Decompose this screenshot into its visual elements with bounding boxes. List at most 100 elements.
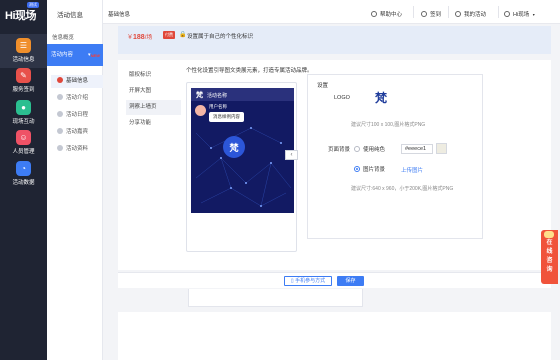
rail-item-label: 现场互动 <box>12 119 35 125</box>
logo-size-hint: 建议尺寸100 x 100,图片格式PNG <box>351 122 426 128</box>
top-bar: 基础信息 帮助中心 签到 我的活动 Hi现场 ▾ <box>103 0 560 24</box>
signin-label: 签到 <box>430 12 442 18</box>
help-icon <box>371 11 377 17</box>
image-background-label: 图片背景 <box>363 167 386 173</box>
price-value: 188 <box>133 34 145 41</box>
divider <box>498 6 499 18</box>
rail-item-people[interactable]: ☺ 人员管理 <box>0 126 47 160</box>
paid-badge: 付费 <box>163 31 175 39</box>
collapse-arrow-button[interactable]: ‹ <box>285 150 298 160</box>
rail-item-label: 服务签到 <box>12 87 35 93</box>
tab-share[interactable]: 分享功能 <box>126 116 181 131</box>
page-background-label: 页面背景 <box>328 147 351 153</box>
card-description: 个性化设置引导图文类展元素，打造专属活动品牌。 <box>186 68 313 74</box>
settings-card: 个性化设置引导图文类展元素，打造专属活动品牌。 版权标识 开屏大图 洞察上墙页 … <box>118 60 551 270</box>
dot-icon <box>57 94 63 100</box>
dot-icon <box>57 77 63 83</box>
logo-preview[interactable]: 梵 <box>375 89 387 106</box>
lower-area <box>118 312 551 360</box>
preview-screen: 梵 活动名称 用户名称 消息样例内容 梵 <box>191 88 294 213</box>
price-strip: ￥188/场 付费 🔒 设置属于自己的个性化标识 <box>118 26 551 54</box>
help-center-link[interactable]: 帮助中心 <box>371 10 402 18</box>
app-logo[interactable]: Hi现场 测试 <box>5 2 42 22</box>
subnav-item-content[interactable]: 活动内容 ▾ NEW <box>47 44 103 66</box>
rail-item-label: 人员管理 <box>12 149 35 155</box>
help-center-label: 帮助中心 <box>380 12 403 18</box>
tab-copyright[interactable]: 版权标识 <box>126 68 181 83</box>
color-swatch[interactable] <box>436 143 447 154</box>
dot-icon <box>57 128 63 134</box>
feature-tabs: 版权标识 开屏大图 洞察上墙页 分享功能 <box>126 68 181 132</box>
preview-event-name: 活动名称 <box>207 93 228 99</box>
mobile-participation-button[interactable]: ▯ 手机参与方式 <box>284 276 332 286</box>
my-events-label: 我的活动 <box>464 12 487 18</box>
settings-panel: 设置 LOGO 梵 建议尺寸100 x 100,图片格式PNG 页面背景 使用纯… <box>307 74 483 239</box>
subnav-title: 活动信息 <box>57 12 83 19</box>
bottom-action-bar: ▯ 手机参与方式 保存 <box>118 272 551 288</box>
logo-label: LOGO <box>334 95 350 101</box>
tab-wall-page[interactable]: 洞察上墙页 <box>126 100 181 115</box>
online-consult-label: 在线咨询 <box>546 240 553 273</box>
dot-icon <box>57 145 63 151</box>
rail-item-label: 活动数据 <box>12 180 35 186</box>
save-button[interactable]: 保存 <box>337 276 364 286</box>
subnav-child-label: 活动资料 <box>66 146 89 152</box>
signin-icon: ✎ <box>16 68 31 83</box>
rail-item-activity-info[interactable]: ☰ 活动信息 <box>0 34 47 68</box>
dot-icon <box>57 111 63 117</box>
sub-sidebar: 活动信息 信息概览 活动内容 ▾ NEW 基础信息 活动介绍 活动日程 活动嘉宾… <box>47 0 103 360</box>
app-logo-text: Hi现场 <box>5 10 37 22</box>
rail-item-signin[interactable]: ✎ 服务签到 <box>0 64 47 98</box>
chevron-down-icon: ▾ <box>532 12 535 17</box>
lower-panel <box>188 289 363 307</box>
subnav-child-basic-info[interactable]: 基础信息 <box>51 75 103 88</box>
color-hex-input[interactable]: #eeece1 <box>401 144 433 154</box>
chat-icon <box>544 231 554 238</box>
breadcrumb: 基础信息 <box>108 12 131 18</box>
activity-icon: ☰ <box>16 38 31 53</box>
mobile-participation-label: 手机参与方式 <box>295 278 326 284</box>
phone-preview: 梵 活动名称 用户名称 消息样例内容 梵 <box>186 82 297 252</box>
divider <box>448 6 449 18</box>
image-background-radio[interactable] <box>354 166 360 172</box>
data-icon: ◔ <box>16 161 31 176</box>
subnav-child-guests[interactable]: 活动嘉宾 <box>51 126 103 139</box>
tab-splash[interactable]: 开屏大图 <box>126 84 181 99</box>
solid-color-label: 使用纯色 <box>363 147 386 153</box>
price-unit: /场 <box>144 35 153 41</box>
lock-icon: 🔒 <box>179 32 187 38</box>
subnav-child-schedule[interactable]: 活动日程 <box>51 109 103 122</box>
subnav-child-label: 基础信息 <box>66 78 89 84</box>
subnav-child-label: 活动日程 <box>66 112 89 118</box>
my-events-link[interactable]: 我的活动 <box>455 10 486 18</box>
interact-icon: ● <box>16 100 31 115</box>
user-menu[interactable]: Hi现场 ▾ <box>504 10 535 18</box>
subnav-child-label: 活动嘉宾 <box>66 129 89 135</box>
settings-title: 设置 <box>317 83 329 89</box>
new-badge: NEW <box>90 53 100 58</box>
subnav-child-label: 活动介绍 <box>66 95 89 101</box>
signin-icon <box>421 11 427 17</box>
list-icon <box>455 11 461 17</box>
main-rail: Hi现场 测试 ☰ 活动信息 ✎ 服务签到 ● 现场互动 ☺ 人员管理 ◔ 活动… <box>0 0 47 360</box>
divider <box>413 6 414 18</box>
preview-user-name: 用户名称 <box>209 104 227 109</box>
rail-item-interact[interactable]: ● 现场互动 <box>0 96 47 130</box>
upload-image-link[interactable]: 上传图片 <box>401 166 423 174</box>
subnav-item-overview[interactable]: 信息概览 <box>52 33 74 41</box>
people-icon: ☺ <box>16 130 31 145</box>
solid-color-radio[interactable] <box>354 146 360 152</box>
avatar <box>195 105 206 116</box>
rail-item-data[interactable]: ◔ 活动数据 <box>0 157 47 191</box>
preview-header: 梵 活动名称 <box>191 88 294 101</box>
rail-item-label: 活动信息 <box>12 57 35 63</box>
preview-center-logo: 梵 <box>223 136 245 158</box>
preview-message-bubble: 消息样例内容 <box>209 112 244 122</box>
subnav-child-intro[interactable]: 活动介绍 <box>51 92 103 105</box>
subnav-item-content-label: 活动内容 <box>51 52 74 58</box>
subnav-child-materials[interactable]: 活动资料 <box>51 143 103 156</box>
strip-description: 设置属于自己的个性化标识 <box>187 34 254 40</box>
user-icon <box>504 11 510 17</box>
signin-link[interactable]: 签到 <box>421 10 441 18</box>
online-consult-widget[interactable]: 在线咨询 <box>541 230 558 284</box>
